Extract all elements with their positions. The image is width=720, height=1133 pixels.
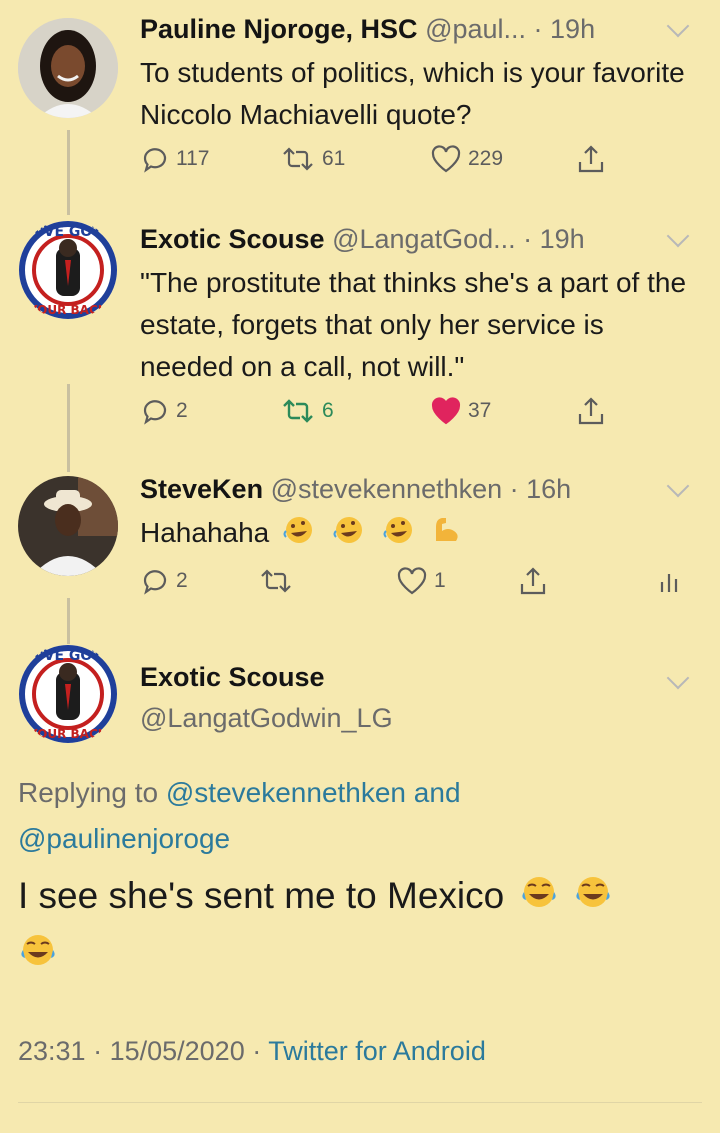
- author-name[interactable]: Exotic Scouse: [140, 662, 325, 692]
- author-name[interactable]: Pauline Njoroge, HSC: [140, 14, 418, 44]
- main-tweet-author-handle[interactable]: @LangatGodwin_LG: [140, 703, 393, 734]
- divider: [18, 1102, 702, 1103]
- like-button[interactable]: 1: [396, 566, 446, 596]
- like-button[interactable]: 229: [430, 144, 503, 174]
- avatar[interactable]: I'VE GOT YOUR BACK: [18, 644, 118, 744]
- tweet-actions: 2 6 37: [140, 396, 700, 436]
- share-icon: [520, 567, 546, 595]
- retweet-icon: [261, 569, 291, 593]
- author-name[interactable]: SteveKen: [140, 474, 263, 504]
- badge-logo-icon: I'VE GOT YOUR BACK: [19, 645, 117, 743]
- chevron-down-icon[interactable]: [666, 474, 690, 498]
- avatar[interactable]: I'VE GOT YOUR BACK: [18, 220, 118, 320]
- retweet-icon: [283, 399, 313, 423]
- reply-icon: [143, 400, 167, 425]
- reply-count: 2: [176, 399, 188, 422]
- heart-icon: [397, 567, 427, 595]
- tweet-meta: 23:31 · 15/05/2020 · Twitter for Android: [18, 1036, 486, 1066]
- reply-button[interactable]: 2: [140, 396, 188, 426]
- like-button[interactable]: 37: [430, 396, 491, 426]
- tweet-header: Pauline Njoroge, HSC @paul... · 19h: [140, 14, 595, 45]
- replying-and[interactable]: and: [414, 777, 461, 808]
- tweet-header: SteveKen @stevekennethken · 16h: [140, 474, 571, 505]
- retweet-count: 6: [322, 399, 334, 422]
- reply-count: 2: [176, 569, 188, 592]
- avatar[interactable]: [18, 18, 118, 118]
- flexed-biceps-emoji-icon: [430, 513, 462, 557]
- share-icon: [578, 397, 604, 425]
- share-button[interactable]: [518, 566, 548, 598]
- analytics-button[interactable]: [658, 566, 680, 596]
- main-tweet-text: I see she's sent me to Mexico: [18, 868, 708, 984]
- tweet-pauline[interactable]: Pauline Njoroge, HSC @paul... · 19h To s…: [0, 0, 720, 210]
- tweet-steveken[interactable]: SteveKen @stevekennethken · 16h Hahahaha…: [0, 460, 720, 630]
- replying-prefix: Replying to: [18, 777, 159, 808]
- like-count: 229: [468, 147, 504, 170]
- author-name[interactable]: Exotic Scouse: [140, 224, 325, 254]
- tweet-header: Exotic Scouse @LangatGod... · 19h: [140, 224, 585, 255]
- reply-button[interactable]: 117: [140, 144, 209, 174]
- reply-icon: [143, 148, 167, 173]
- retweet-button[interactable]: 6: [280, 396, 334, 426]
- retweet-count: 61: [322, 147, 346, 170]
- avatar-image-steveken: [18, 476, 118, 576]
- tweet-time[interactable]: · 19h: [534, 14, 596, 44]
- replying-to: Replying to @stevekennethken and @paulin…: [18, 770, 461, 862]
- retweet-icon: [283, 147, 313, 171]
- tweet-actions: 117 61 229: [140, 144, 700, 184]
- share-icon: [578, 145, 604, 173]
- mention-link[interactable]: @stevekennethken: [166, 777, 406, 808]
- badge-text-top: I'VE GOT: [34, 648, 102, 664]
- rolling-laughing-emoji-icon: [331, 513, 369, 557]
- chevron-down-icon[interactable]: [666, 666, 690, 690]
- main-tweet-author-name[interactable]: Exotic Scouse: [140, 662, 325, 693]
- tweet-actions: 2 1: [140, 566, 700, 606]
- share-button[interactable]: [576, 396, 606, 428]
- reply-icon: [143, 570, 167, 595]
- mention-link[interactable]: @paulinenjoroge: [18, 823, 230, 854]
- chevron-down-icon[interactable]: [666, 224, 690, 248]
- rolling-laughing-emoji-icon: [281, 513, 319, 557]
- badge-text-bottom: YOUR BACK: [28, 303, 108, 317]
- tweet-text-content: Hahahaha: [140, 517, 270, 548]
- heart-filled-icon: [431, 397, 461, 425]
- tweet-date: 15/05/2020: [109, 1036, 245, 1066]
- tweet-time[interactable]: · 19h: [523, 224, 585, 254]
- share-button[interactable]: [576, 144, 606, 176]
- main-tweet-text-content: I see she's sent me to Mexico: [18, 875, 505, 916]
- reply-button[interactable]: 2: [140, 566, 188, 596]
- like-count: 1: [434, 569, 446, 592]
- avatar[interactable]: [18, 476, 118, 576]
- badge-text-bottom: YOUR BACK: [28, 727, 108, 741]
- heart-icon: [431, 145, 461, 173]
- tweet-text: "The prostitute that thinks she's a part…: [140, 267, 687, 382]
- retweet-button[interactable]: [258, 566, 294, 596]
- tears-of-joy-emoji-icon: [573, 870, 613, 926]
- chevron-down-icon[interactable]: [666, 14, 690, 38]
- reply-count: 117: [176, 147, 210, 170]
- rolling-laughing-emoji-icon: [381, 513, 419, 557]
- avatar-image-pauline: [18, 18, 118, 118]
- tweet-time[interactable]: · 16h: [510, 474, 572, 504]
- tweet-source-link[interactable]: Twitter for Android: [268, 1036, 486, 1066]
- tweet-exotic-scouse[interactable]: I'VE GOT YOUR BACK Exotic Scouse @Langat…: [0, 210, 720, 460]
- badge-text-top: I'VE GOT: [34, 224, 102, 240]
- author-handle[interactable]: @stevekennethken: [271, 474, 503, 504]
- like-count: 37: [468, 399, 492, 422]
- analytics-icon: [660, 574, 678, 592]
- tears-of-joy-emoji-icon: [519, 870, 559, 926]
- retweet-button[interactable]: 61: [280, 144, 345, 174]
- tweet-time: 23:31: [18, 1036, 86, 1066]
- badge-logo-icon: I'VE GOT YOUR BACK: [19, 221, 117, 319]
- author-handle[interactable]: @LangatGod...: [332, 224, 516, 254]
- author-handle[interactable]: @paul...: [425, 14, 526, 44]
- tweet-text: Hahahaha: [140, 512, 700, 557]
- tweet-text: To students of politics, which is your f…: [140, 57, 685, 130]
- tears-of-joy-emoji-icon: [18, 928, 58, 984]
